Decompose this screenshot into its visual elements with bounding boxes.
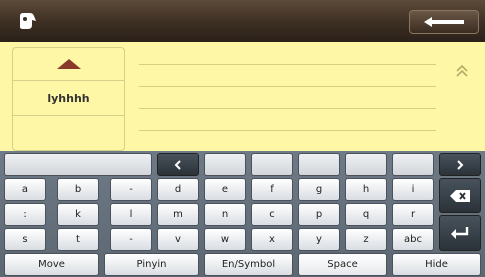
enter-button[interactable] (439, 215, 481, 251)
candidate-slot[interactable] (204, 153, 246, 176)
key-q[interactable]: q (345, 203, 387, 226)
en-symbol-button[interactable]: En/Symbol (204, 253, 293, 276)
key-a[interactable]: a (4, 178, 46, 201)
hand-logo-icon (20, 13, 36, 29)
next-button[interactable] (439, 153, 481, 176)
key-i[interactable]: i (392, 178, 434, 201)
key-x[interactable]: x (251, 228, 293, 251)
key-u[interactable]: - (110, 228, 152, 251)
note-line (139, 86, 436, 87)
key-y[interactable]: y (298, 228, 340, 251)
hide-button[interactable]: Hide (392, 253, 481, 276)
key-z[interactable]: z (345, 228, 387, 251)
candidate-panel: lyhhhh (12, 47, 125, 151)
key-abc[interactable]: abc (392, 228, 434, 251)
double-chevron-up-icon[interactable] (455, 64, 469, 78)
key-w[interactable]: w (204, 228, 246, 251)
key-m[interactable]: m (157, 203, 199, 226)
key-h[interactable]: h (345, 178, 387, 201)
key-l[interactable]: l (110, 203, 152, 226)
key-e[interactable]: e (204, 178, 246, 201)
left-arrow-icon (424, 17, 464, 27)
backspace-icon (450, 189, 470, 202)
candidate-item-empty[interactable] (13, 116, 124, 152)
candidate-item[interactable]: lyhhhh (13, 81, 124, 116)
candidate-slot[interactable] (345, 153, 387, 176)
key-t[interactable]: t (57, 228, 99, 251)
prev-button[interactable] (157, 153, 199, 176)
pinyin-button[interactable]: Pinyin (104, 253, 199, 276)
candidate-word: lyhhhh (47, 91, 90, 105)
key-d[interactable]: d (157, 178, 199, 201)
key-k[interactable]: k (57, 203, 99, 226)
candidate-slot[interactable] (251, 153, 293, 176)
note-line (139, 108, 436, 109)
key-v[interactable]: v (157, 228, 199, 251)
key-n[interactable]: n (204, 203, 246, 226)
move-button[interactable]: Move (4, 253, 99, 276)
key-c[interactable]: c (251, 203, 293, 226)
key-p[interactable]: p (298, 203, 340, 226)
key-r[interactable]: r (392, 203, 434, 226)
key-b[interactable]: b (57, 178, 99, 201)
key-g[interactable]: g (298, 178, 340, 201)
key-s[interactable]: s (4, 228, 46, 251)
chevron-left-icon (174, 159, 181, 170)
delete-button[interactable] (439, 178, 481, 213)
back-button[interactable] (409, 10, 479, 34)
candidate-up-button[interactable] (13, 48, 124, 81)
chevron-right-icon (457, 159, 464, 170)
note-line (139, 130, 436, 131)
input-buffer[interactable] (4, 153, 152, 176)
candidate-slot[interactable] (298, 153, 340, 176)
handwriting-area[interactable]: lyhhhh (0, 42, 485, 151)
candidate-slot[interactable] (392, 153, 434, 176)
space-button[interactable]: Space (298, 253, 387, 276)
key-f[interactable]: f (251, 178, 293, 201)
note-line (139, 64, 436, 65)
keyboard: a b - d e f g h i : k l m n c p q r s t … (0, 151, 485, 277)
key-colon[interactable]: : (4, 203, 46, 226)
title-bar (0, 0, 485, 42)
key-c1[interactable]: - (110, 178, 152, 201)
enter-icon (451, 227, 469, 239)
triangle-up-icon (56, 59, 81, 69)
